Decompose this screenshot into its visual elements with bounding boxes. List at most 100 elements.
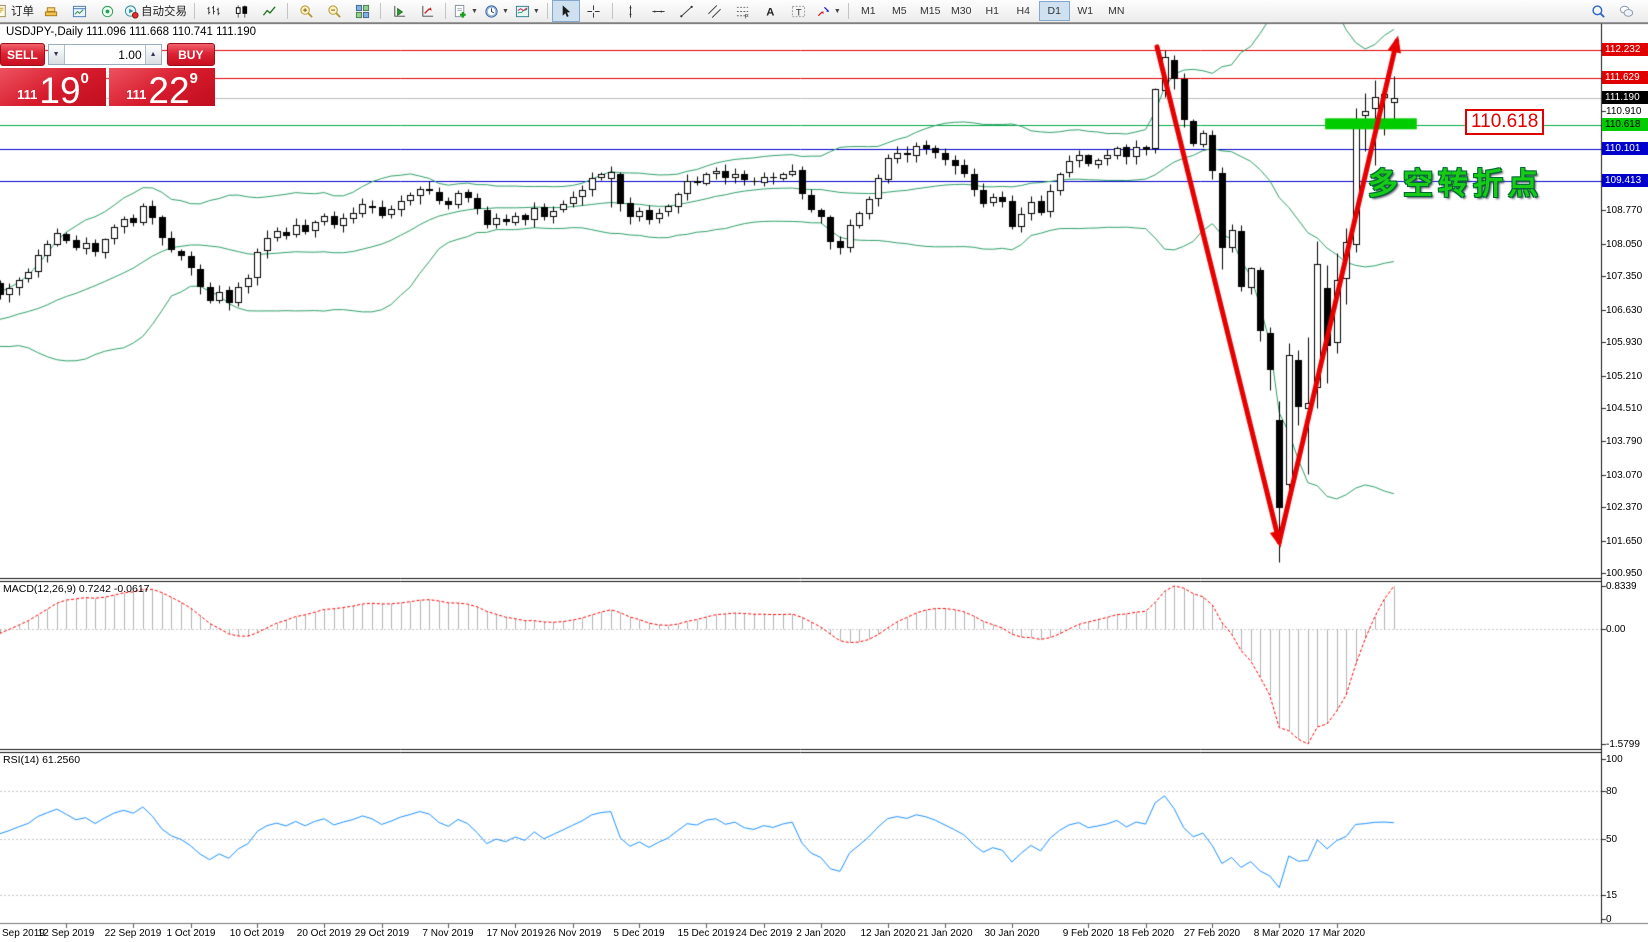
price-badge-current: 111.190 bbox=[1602, 91, 1648, 104]
date-axis-label: 29 Oct 2019 bbox=[355, 927, 409, 940]
vline-button[interactable] bbox=[617, 0, 645, 22]
autotrading-button-label: 自动交易 bbox=[141, 3, 187, 19]
price-tick-label: 110.910 bbox=[1606, 105, 1641, 118]
market-watch-button[interactable] bbox=[37, 0, 65, 22]
sell-price-prefix: 111 bbox=[17, 88, 37, 101]
autotrading-button[interactable]: 自动交易 bbox=[121, 0, 190, 22]
volume-input[interactable] bbox=[65, 45, 145, 64]
line-chart-button[interactable] bbox=[255, 0, 283, 22]
buy-price-big: 22 bbox=[148, 76, 189, 106]
add-indicator-button[interactable]: ▼ bbox=[450, 0, 481, 22]
date-axis-label: 12 Sep 2019 bbox=[38, 927, 95, 940]
pane-splitter[interactable] bbox=[0, 747, 1601, 753]
buy-button[interactable]: BUY bbox=[167, 43, 215, 66]
date-axis-label: 15 Dec 2019 bbox=[678, 927, 735, 940]
zoom-out-button[interactable] bbox=[320, 0, 348, 22]
volume-decrease-button[interactable]: ▼ bbox=[49, 45, 65, 64]
date-axis-label: 24 Dec 2019 bbox=[736, 927, 793, 940]
date-axis-label: 1 Oct 2019 bbox=[167, 927, 216, 940]
macd-axis-min: -1.5799 bbox=[1606, 738, 1640, 751]
date-axis-label: 18 Feb 2020 bbox=[1118, 927, 1174, 940]
date-axis-label: 30 Jan 2020 bbox=[984, 927, 1039, 940]
turning-point-annotation: 多空转折点 bbox=[1368, 159, 1543, 203]
date-axis-label: 26 Nov 2019 bbox=[545, 927, 602, 940]
data-feed-button[interactable] bbox=[93, 0, 121, 22]
timeframe-m30-button[interactable]: M30 bbox=[946, 1, 977, 21]
price-tick-label: 103.070 bbox=[1606, 469, 1642, 482]
volume-stepper: ▼ ▲ bbox=[48, 44, 162, 65]
channel-button[interactable] bbox=[701, 0, 729, 22]
timeframe-m5-button[interactable]: M5 bbox=[884, 1, 915, 21]
text-label-button[interactable]: T bbox=[785, 0, 813, 22]
date-axis-label: 9 Feb 2020 bbox=[1063, 927, 1114, 940]
rsi-axis-tick: 80 bbox=[1606, 785, 1617, 798]
cursor-button[interactable] bbox=[552, 0, 580, 22]
toolbar-separator bbox=[445, 3, 446, 19]
timeframe-d1-button[interactable]: D1 bbox=[1039, 1, 1070, 21]
timeframe-h1-button[interactable]: H1 bbox=[977, 1, 1008, 21]
timeframe-w1-button[interactable]: W1 bbox=[1070, 1, 1101, 21]
sell-price-big: 19 bbox=[39, 76, 80, 106]
sell-button[interactable]: SELL bbox=[0, 43, 45, 66]
buy-price[interactable]: 111 22 9 bbox=[109, 68, 215, 106]
price-tick-label: 100.950 bbox=[1606, 567, 1642, 580]
svg-text:F: F bbox=[745, 13, 749, 18]
svg-text:A: A bbox=[767, 6, 775, 18]
price-tick-label: 103.790 bbox=[1606, 435, 1642, 448]
search-button[interactable] bbox=[1584, 0, 1612, 22]
svg-text:T: T bbox=[796, 7, 802, 17]
date-axis-label: 21 Jan 2020 bbox=[917, 927, 972, 940]
pane-splitter[interactable] bbox=[0, 576, 1601, 582]
sell-price[interactable]: 111 19 0 bbox=[0, 68, 106, 106]
trendline-button[interactable] bbox=[673, 0, 701, 22]
rsi-label: RSI(14) 61.2560 bbox=[3, 754, 80, 766]
rsi-axis-tick: 15 bbox=[1606, 889, 1617, 902]
toolbar-separator bbox=[612, 3, 613, 19]
timeframe-m15-button[interactable]: M15 bbox=[915, 1, 946, 21]
zoom-in-button[interactable] bbox=[292, 0, 320, 22]
toolbar-separator bbox=[194, 3, 195, 19]
profiles-button[interactable] bbox=[385, 0, 413, 22]
bar-chart-button[interactable] bbox=[199, 0, 227, 22]
hline-button[interactable] bbox=[645, 0, 673, 22]
chevron-down-icon: ▼ bbox=[502, 8, 509, 15]
date-axis-label: 17 Mar 2020 bbox=[1309, 927, 1365, 940]
new-order-button[interactable]: 订单 bbox=[0, 0, 37, 22]
chevron-down-icon: ▼ bbox=[834, 8, 841, 15]
tile-windows-button[interactable] bbox=[348, 0, 376, 22]
date-axis-label: 7 Nov 2019 bbox=[422, 927, 473, 940]
periods-button[interactable]: ▼ bbox=[481, 0, 512, 22]
timeframe-h4-button[interactable]: H4 bbox=[1008, 1, 1039, 21]
mt4-window: 订单自动交易▼▼▼FAT▼M1M5M15M30H1H4D1W1MN USDJPY… bbox=[0, 0, 1648, 942]
data-window-button[interactable] bbox=[413, 0, 441, 22]
timeframe-mn-button[interactable]: MN bbox=[1101, 1, 1132, 21]
price-tick-label: 104.510 bbox=[1606, 402, 1642, 415]
rsi-axis-tick: 100 bbox=[1606, 753, 1623, 766]
chat-button[interactable] bbox=[1612, 0, 1640, 22]
text-button[interactable]: A bbox=[757, 0, 785, 22]
price-badge-red: 111.629 bbox=[1602, 71, 1648, 84]
sell-price-sup: 0 bbox=[81, 71, 89, 86]
new-order-button-label: 订单 bbox=[11, 3, 34, 19]
price-tick-label: 106.630 bbox=[1606, 304, 1642, 317]
toolbar-separator bbox=[287, 3, 288, 19]
date-axis-label: 27 Feb 2020 bbox=[1184, 927, 1240, 940]
candle-chart-button[interactable] bbox=[227, 0, 255, 22]
timeframe-m1-button[interactable]: M1 bbox=[853, 1, 884, 21]
toolbar: 订单自动交易▼▼▼FAT▼M1M5M15M30H1H4D1W1MN bbox=[0, 0, 1648, 23]
price-tick-label: 107.350 bbox=[1606, 270, 1642, 283]
rsi-axis-tick: 0 bbox=[1606, 913, 1612, 926]
volume-increase-button[interactable]: ▲ bbox=[145, 45, 161, 64]
fibonacci-button[interactable]: F bbox=[729, 0, 757, 22]
chart-window-button[interactable] bbox=[65, 0, 93, 22]
price-tick-label: 105.210 bbox=[1606, 370, 1642, 383]
price-tick-label: 108.050 bbox=[1606, 238, 1642, 251]
arrows-button[interactable]: ▼ bbox=[813, 0, 844, 22]
price-tick-label: 105.930 bbox=[1606, 336, 1642, 349]
date-axis-label: 5 Dec 2019 bbox=[613, 927, 664, 940]
crosshair-button[interactable] bbox=[580, 0, 608, 22]
chart-canvas[interactable] bbox=[0, 0, 1648, 942]
template-button[interactable]: ▼ bbox=[512, 0, 543, 22]
price-badge-red: 112.232 bbox=[1602, 43, 1648, 56]
date-axis-label: 8 Mar 2020 bbox=[1254, 927, 1305, 940]
